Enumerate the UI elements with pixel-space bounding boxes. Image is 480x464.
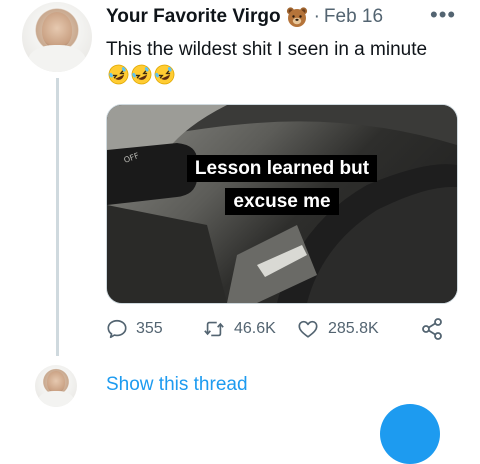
tweet-header: Your Favorite Virgo · Feb 16 bbox=[106, 6, 383, 28]
tweet-text-content: This the wildest shit I seen in a minute bbox=[106, 39, 428, 60]
tweet-date[interactable]: Feb 16 bbox=[324, 6, 383, 28]
author-avatar[interactable] bbox=[22, 2, 92, 72]
thread-connector-line bbox=[56, 78, 59, 356]
share-icon bbox=[422, 318, 442, 340]
thread-avatar-face bbox=[46, 370, 66, 393]
like-button[interactable]: 285.8K bbox=[296, 318, 416, 340]
reply-count: 355 bbox=[136, 320, 163, 337]
heart-icon bbox=[298, 320, 318, 338]
tweet-media-video[interactable]: OFF Lesson learned but excuse me bbox=[106, 104, 458, 304]
media-caption-line1: Lesson learned but bbox=[107, 155, 457, 183]
caption-text-1: Lesson learned but bbox=[186, 155, 378, 182]
bear-face-icon bbox=[286, 6, 308, 28]
retweet-icon bbox=[204, 321, 224, 337]
tweet-actions: 355 46.6K 285.8K bbox=[106, 314, 452, 344]
avatar-shirt bbox=[27, 45, 87, 72]
compose-fab-button[interactable] bbox=[380, 404, 440, 464]
rolling-on-floor-laughing-icon bbox=[131, 64, 152, 85]
header-separator: · bbox=[313, 6, 320, 27]
author-name[interactable]: Your Favorite Virgo bbox=[106, 6, 281, 28]
rolling-on-floor-laughing-icon bbox=[108, 64, 129, 85]
retweet-count: 46.6K bbox=[234, 320, 276, 337]
thread-avatar-shirt bbox=[38, 391, 74, 407]
media-caption-line2: excuse me bbox=[107, 188, 457, 216]
share-button[interactable] bbox=[420, 317, 452, 341]
show-thread-link[interactable]: Show this thread bbox=[106, 374, 248, 396]
thread-avatar[interactable] bbox=[35, 365, 77, 407]
caption-text-2: excuse me bbox=[225, 188, 339, 215]
tweet-text: This the wildest shit I seen in a minute bbox=[106, 36, 436, 90]
reply-icon bbox=[107, 319, 127, 339]
rolling-on-floor-laughing-icon bbox=[154, 64, 175, 85]
avatar-face bbox=[41, 11, 73, 49]
like-count: 285.8K bbox=[328, 320, 379, 337]
more-options-icon[interactable]: ••• bbox=[430, 2, 456, 28]
retweet-button[interactable]: 46.6K bbox=[202, 318, 296, 340]
